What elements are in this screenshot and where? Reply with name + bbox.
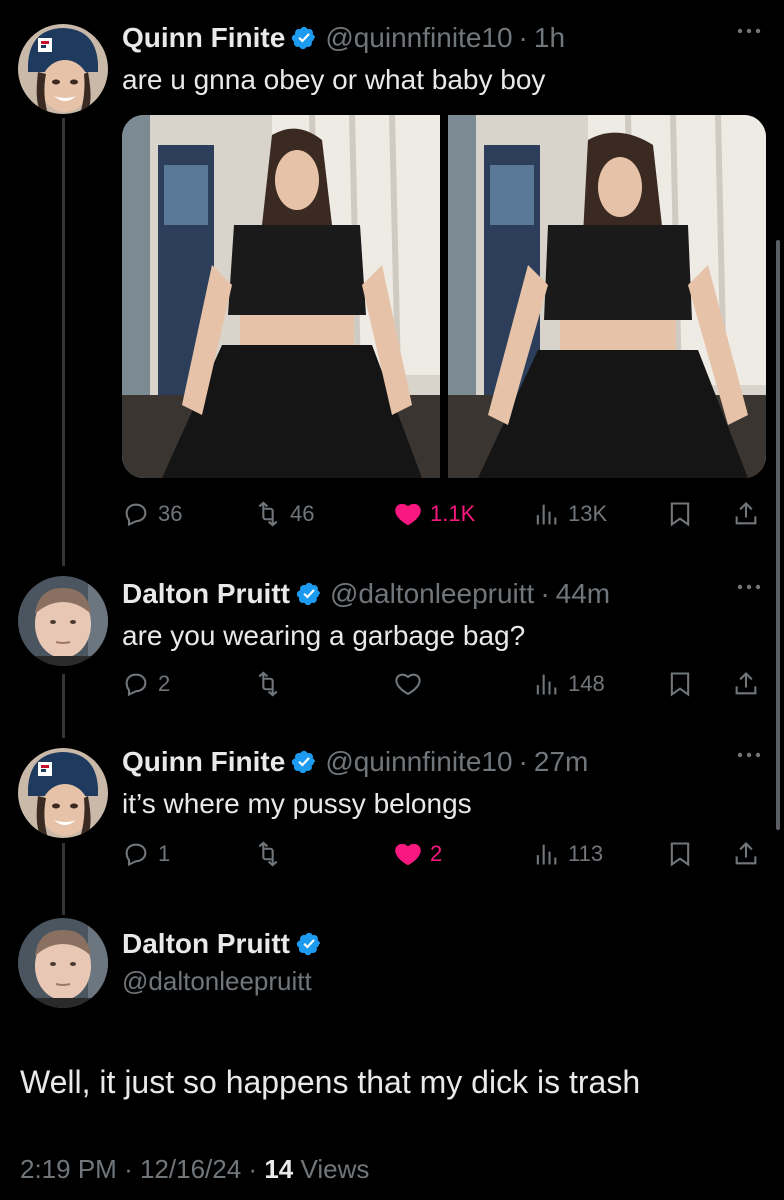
like-button[interactable]: [394, 664, 422, 704]
tweet-meta: 2:19 PM · 12/16/24 · 14 Views: [20, 1152, 369, 1186]
author-handle[interactable]: @quinnfinite10: [325, 744, 512, 780]
more-icon[interactable]: [736, 582, 762, 592]
bookmark-icon: [670, 502, 690, 527]
media-grid[interactable]: [122, 115, 766, 478]
bookmark-button[interactable]: [666, 494, 694, 534]
avatar[interactable]: [18, 918, 108, 1008]
reply-button[interactable]: 36: [122, 494, 182, 534]
like-icon: [395, 843, 421, 866]
like-icon: [395, 503, 421, 526]
verified-badge-icon: [292, 750, 316, 774]
bookmark-icon: [670, 842, 690, 867]
views-icon: [536, 844, 557, 865]
reply-button[interactable]: 1: [122, 834, 170, 874]
share-icon: [735, 502, 757, 525]
like-count: 2: [430, 841, 443, 866]
reply-button[interactable]: 2: [122, 664, 170, 704]
retweet-button[interactable]: [254, 664, 282, 704]
reply-icon: [125, 503, 147, 527]
tweet-time[interactable]: 2:19 PM: [20, 1154, 117, 1184]
tweet-quinn-1[interactable]: Quinn Finite @quinnfinite10 · 1h are u g…: [0, 20, 784, 530]
scrollbar[interactable]: [776, 240, 780, 830]
views-icon: [536, 504, 557, 525]
avatar[interactable]: [18, 576, 108, 666]
main-tweet-text: Well, it just so happens that my dick is…: [20, 1064, 641, 1100]
tweet-text: it’s where my pussy belongs: [122, 788, 472, 819]
share-button[interactable]: [732, 494, 760, 534]
views-label: Views: [300, 1154, 370, 1184]
retweet-button[interactable]: [254, 834, 282, 874]
reply-count: 36: [158, 501, 183, 526]
reply-icon: [125, 843, 147, 867]
views-count: 148: [568, 671, 605, 696]
tweet-dalton-1[interactable]: Dalton Pruitt @daltonleepruitt · 44m are…: [0, 576, 784, 706]
avatar[interactable]: [18, 748, 108, 838]
share-icon: [735, 842, 757, 865]
bookmark-button[interactable]: [666, 664, 694, 704]
verified-badge-icon: [296, 582, 321, 606]
tweet-actions: 36 46 1.1K 13K: [122, 494, 772, 534]
separator-dot: ·: [124, 1154, 133, 1184]
reply-icon: [125, 673, 147, 697]
tweet-date[interactable]: 12/16/24: [140, 1154, 241, 1184]
views-button[interactable]: 148: [532, 664, 605, 704]
tweet-actions: 1 2 113: [122, 834, 772, 874]
author-name[interactable]: Dalton Pruitt: [122, 576, 290, 612]
author-name[interactable]: Quinn Finite: [122, 744, 285, 780]
retweet-count: 46: [290, 501, 315, 526]
verified-badge-icon: [296, 932, 321, 956]
separator-dot: ·: [540, 578, 550, 609]
retweet-icon: [258, 671, 278, 697]
separator-dot: ·: [518, 22, 528, 53]
share-button[interactable]: [732, 834, 760, 874]
views-button[interactable]: 13K: [532, 494, 607, 534]
author-name[interactable]: Dalton Pruitt: [122, 926, 290, 962]
tweet-header: Quinn Finite @quinnfinite10 · 1h: [122, 20, 565, 56]
retweet-icon: [258, 501, 278, 527]
reply-count: 2: [158, 671, 171, 696]
like-button[interactable]: 2: [394, 834, 442, 874]
views-count: 14: [264, 1154, 294, 1184]
bookmark-icon: [670, 672, 690, 697]
share-button[interactable]: [732, 664, 760, 704]
author-handle[interactable]: @quinnfinite10: [325, 20, 512, 56]
views-icon: [536, 674, 557, 695]
like-icon: [395, 673, 421, 696]
like-count: 1.1K: [430, 501, 476, 526]
bookmark-button[interactable]: [666, 834, 694, 874]
like-button[interactable]: 1.1K: [394, 494, 475, 534]
tweet-header: Quinn Finite @quinnfinite10 · 27m: [122, 744, 588, 780]
author-handle[interactable]: @daltonleepruitt: [330, 576, 534, 612]
tweet-actions: 2 148: [122, 664, 772, 704]
more-icon[interactable]: [736, 750, 762, 760]
retweet-icon: [258, 841, 278, 867]
avatar[interactable]: [18, 24, 108, 114]
more-icon[interactable]: [736, 26, 762, 36]
photo[interactable]: [448, 115, 766, 478]
views-count: 13K: [568, 501, 608, 526]
separator-dot: ·: [248, 1154, 258, 1184]
reply-count: 1: [158, 841, 171, 866]
share-icon: [735, 672, 757, 695]
author-handle[interactable]: @daltonleepruitt: [122, 964, 330, 998]
tweet-text: are u gnna obey or what baby boy: [122, 64, 546, 95]
tweet-time[interactable]: 44m: [556, 576, 610, 612]
retweet-button[interactable]: 46: [254, 494, 314, 534]
tweet-time[interactable]: 1h: [534, 20, 565, 56]
tweet-text: are you wearing a garbage bag?: [122, 620, 526, 651]
author-name[interactable]: Quinn Finite: [122, 20, 285, 56]
separator-dot: ·: [518, 746, 528, 777]
tweet-time[interactable]: 27m: [534, 744, 588, 780]
verified-badge-icon: [292, 26, 316, 50]
views-count: 113: [568, 841, 604, 866]
photo[interactable]: [122, 115, 440, 478]
main-tweet-header: Dalton Pruitt @daltonleepruitt: [122, 926, 330, 998]
tweet-header: Dalton Pruitt @daltonleepruitt · 44m: [122, 576, 610, 612]
tweet-quinn-2[interactable]: Quinn Finite @quinnfinite10 · 27m it’s w…: [0, 744, 784, 874]
views-button[interactable]: 113: [532, 834, 603, 874]
